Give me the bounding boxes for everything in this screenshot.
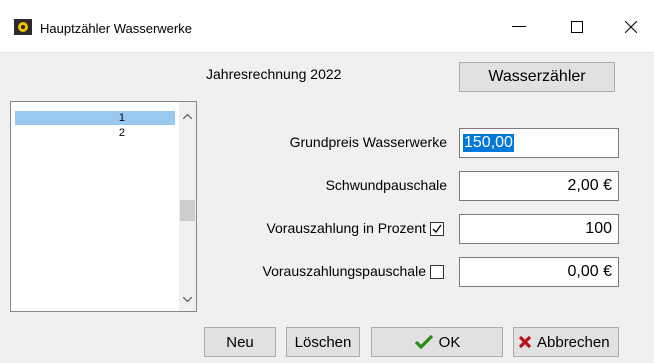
grundpreis-input[interactable]: 150,00 bbox=[459, 128, 619, 158]
vorauszahlung-prozent-checkbox[interactable] bbox=[430, 222, 444, 236]
window-title: Hauptzähler Wasserwerke bbox=[40, 21, 192, 36]
list-item[interactable]: 2 bbox=[15, 126, 175, 140]
app-icon bbox=[14, 19, 32, 35]
year-label: Jahresrechnung 2022 bbox=[206, 66, 342, 82]
minimize-button[interactable] bbox=[496, 10, 542, 44]
maximize-button[interactable] bbox=[554, 10, 600, 44]
loeschen-button[interactable]: Löschen bbox=[286, 327, 360, 357]
cancel-x-icon bbox=[518, 335, 532, 349]
ok-button[interactable]: OK bbox=[371, 327, 503, 357]
vorauszahlung-pauschale-input[interactable]: 0,00 € bbox=[459, 257, 619, 287]
meter-list[interactable]: 1 2 bbox=[10, 101, 197, 312]
grundpreis-value: 150,00 bbox=[463, 134, 514, 152]
schwund-input[interactable]: 2,00 € bbox=[459, 171, 619, 201]
vorauszahlung-prozent-input[interactable]: 100 bbox=[459, 214, 619, 244]
ok-label: OK bbox=[438, 333, 461, 351]
checkmark-icon bbox=[414, 334, 433, 350]
checkmark-icon bbox=[432, 224, 442, 234]
grundpreis-label: Grundpreis Wasserwerke bbox=[289, 134, 447, 150]
neu-button[interactable]: Neu bbox=[204, 327, 276, 357]
title-bar: Hauptzähler Wasserwerke bbox=[0, 0, 654, 53]
scroll-up-icon[interactable] bbox=[179, 108, 196, 125]
close-button[interactable] bbox=[608, 10, 654, 44]
scroll-down-icon[interactable] bbox=[179, 291, 196, 308]
schwund-label: Schwundpauschale bbox=[325, 177, 447, 193]
list-scrollbar[interactable] bbox=[179, 102, 196, 311]
scroll-thumb[interactable] bbox=[180, 200, 195, 221]
vorauszahlung-pauschale-checkbox[interactable] bbox=[430, 265, 444, 279]
maximize-icon bbox=[571, 21, 583, 33]
wasserzaehler-button[interactable]: Wasserzähler bbox=[459, 62, 615, 92]
vorauszahlung-prozent-label: Vorauszahlung in Prozent bbox=[266, 220, 426, 236]
vorauszahlung-pauschale-label: Vorauszahlungspauschale bbox=[262, 263, 426, 279]
abbrechen-button[interactable]: Abbrechen bbox=[513, 327, 619, 357]
abbrechen-label: Abbrechen bbox=[537, 333, 610, 351]
close-icon bbox=[625, 21, 637, 33]
list-item[interactable]: 1 bbox=[15, 111, 175, 125]
minimize-icon bbox=[512, 26, 526, 27]
